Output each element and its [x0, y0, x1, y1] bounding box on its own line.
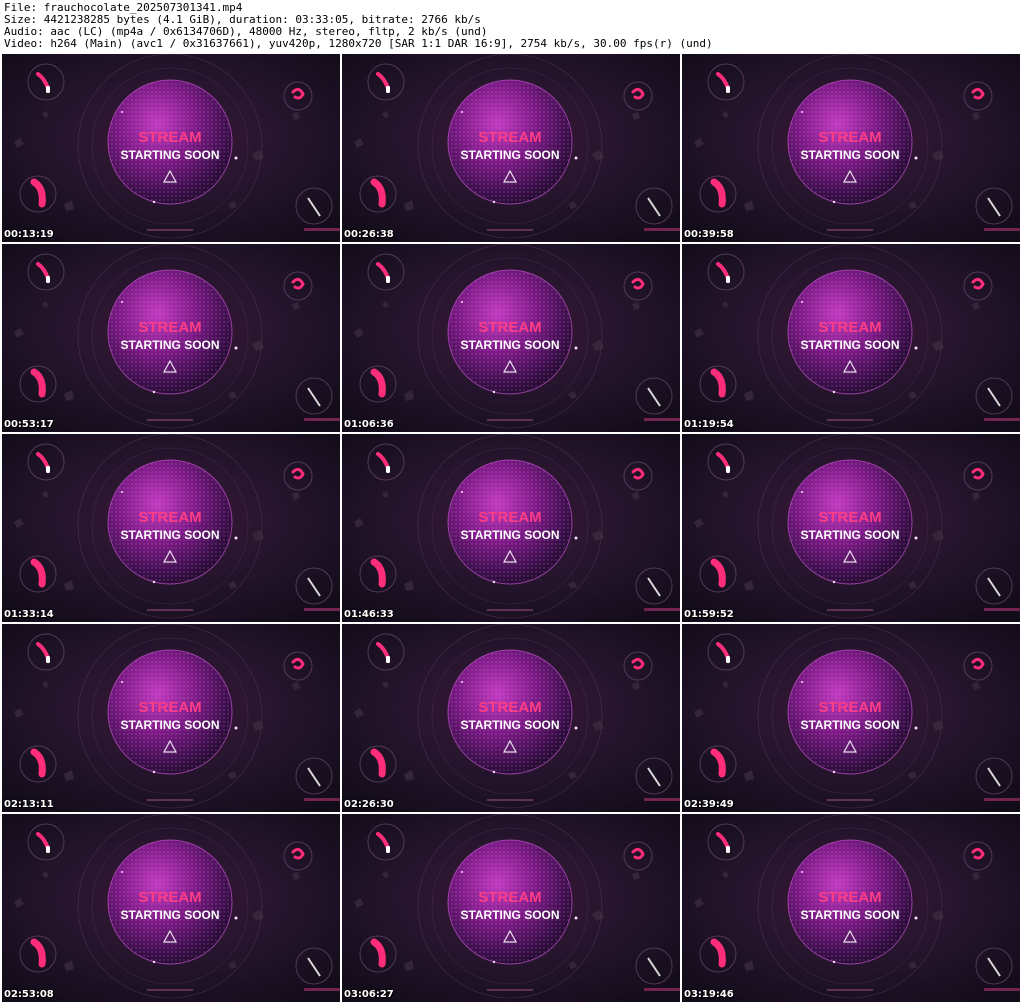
stream-label: STREAM	[138, 129, 201, 146]
stream-label: STREAM	[138, 889, 201, 906]
stream-label: STREAM	[478, 699, 541, 716]
thumbnail-timestamp: 01:06:36	[344, 419, 394, 430]
stream-label: STREAM	[818, 319, 881, 336]
thumbnail-timestamp: 02:26:30	[344, 799, 394, 810]
thumbnail-timestamp: 01:46:33	[344, 609, 394, 620]
stream-scene: STREAM STARTING SOON	[682, 244, 1020, 432]
thumbnail-timestamp: 00:26:38	[344, 229, 394, 240]
stream-scene: STREAM STARTING SOON	[2, 814, 340, 1002]
stream-scene: STREAM STARTING SOON	[342, 624, 680, 812]
starting-soon-label: STARTING SOON	[800, 528, 899, 542]
video-thumbnail: STREAM STARTING SOON 02:26:30	[342, 624, 680, 812]
video-thumbnail: STREAM STARTING SOON 02:39:49	[682, 624, 1020, 812]
video-thumbnail: STREAM STARTING SOON 00:53:17	[2, 244, 340, 432]
starting-soon-label: STARTING SOON	[120, 148, 219, 162]
stream-scene: STREAM STARTING SOON	[2, 624, 340, 812]
stream-scene: STREAM STARTING SOON	[2, 244, 340, 432]
video-thumbnail: STREAM STARTING SOON 01:59:52	[682, 434, 1020, 622]
stream-scene: STREAM STARTING SOON	[2, 54, 340, 242]
thumbnail-timestamp: 01:19:54	[684, 419, 734, 430]
stream-scene: STREAM STARTING SOON	[342, 244, 680, 432]
video-thumbnail: STREAM STARTING SOON 01:06:36	[342, 244, 680, 432]
file-info-header: File: frauchocolate_202507301341.mp4 Siz…	[4, 2, 1020, 50]
stream-label: STREAM	[478, 889, 541, 906]
starting-soon-label: STARTING SOON	[120, 528, 219, 542]
starting-soon-label: STARTING SOON	[460, 148, 559, 162]
stream-label: STREAM	[818, 509, 881, 526]
video-thumbnail: STREAM STARTING SOON 00:26:38	[342, 54, 680, 242]
thumbnail-timestamp: 02:39:49	[684, 799, 734, 810]
starting-soon-label: STARTING SOON	[460, 908, 559, 922]
stream-scene: STREAM STARTING SOON	[682, 434, 1020, 622]
stream-label: STREAM	[138, 699, 201, 716]
video-thumbnail: STREAM STARTING SOON 00:39:58	[682, 54, 1020, 242]
stream-label: STREAM	[478, 319, 541, 336]
thumbnail-timestamp: 02:53:08	[4, 989, 54, 1000]
audio-info-line: Audio: aac (LC) (mp4a / 0x6134706D), 480…	[4, 26, 488, 38]
thumbnail-timestamp: 01:59:52	[684, 609, 734, 620]
video-thumbnail: STREAM STARTING SOON 01:33:14	[2, 434, 340, 622]
stream-label: STREAM	[138, 319, 201, 336]
video-thumbnail: STREAM STARTING SOON 01:46:33	[342, 434, 680, 622]
starting-soon-label: STARTING SOON	[120, 718, 219, 732]
stream-label: STREAM	[478, 129, 541, 146]
starting-soon-label: STARTING SOON	[120, 338, 219, 352]
thumbnail-timestamp: 02:13:11	[4, 799, 54, 810]
starting-soon-label: STARTING SOON	[800, 908, 899, 922]
video-thumbnail: STREAM STARTING SOON 02:13:11	[2, 624, 340, 812]
starting-soon-label: STARTING SOON	[800, 338, 899, 352]
thumbnail-timestamp: 00:53:17	[4, 419, 54, 430]
stream-scene: STREAM STARTING SOON	[2, 434, 340, 622]
video-thumbnail: STREAM STARTING SOON 02:53:08	[2, 814, 340, 1002]
stream-scene: STREAM STARTING SOON	[342, 434, 680, 622]
file-size-line: Size: 4421238285 bytes (4.1 GiB), durati…	[4, 14, 481, 26]
video-thumbnail: STREAM STARTING SOON 00:13:19	[2, 54, 340, 242]
thumbnail-timestamp: 00:13:19	[4, 229, 54, 240]
stream-scene: STREAM STARTING SOON	[342, 814, 680, 1002]
thumbnail-timestamp: 03:06:27	[344, 989, 394, 1000]
starting-soon-label: STARTING SOON	[800, 718, 899, 732]
thumbnail-grid: STREAM STARTING SOON 00:13:19 STREAM STA…	[2, 54, 1020, 1002]
file-name-line: File: frauchocolate_202507301341.mp4	[4, 2, 243, 14]
video-info-line: Video: h264 (Main) (avc1 / 0x31637661), …	[4, 38, 713, 50]
stream-label: STREAM	[478, 509, 541, 526]
stream-label: STREAM	[818, 889, 881, 906]
starting-soon-label: STARTING SOON	[460, 338, 559, 352]
video-thumbnail: STREAM STARTING SOON 01:19:54	[682, 244, 1020, 432]
video-thumbnail: STREAM STARTING SOON 03:19:46	[682, 814, 1020, 1002]
stream-scene: STREAM STARTING SOON	[342, 54, 680, 242]
thumbnail-timestamp: 00:39:58	[684, 229, 734, 240]
starting-soon-label: STARTING SOON	[120, 908, 219, 922]
starting-soon-label: STARTING SOON	[460, 718, 559, 732]
starting-soon-label: STARTING SOON	[800, 148, 899, 162]
thumbnail-timestamp: 03:19:46	[684, 989, 734, 1000]
stream-label: STREAM	[818, 129, 881, 146]
starting-soon-label: STARTING SOON	[460, 528, 559, 542]
thumbnail-timestamp: 01:33:14	[4, 609, 54, 620]
stream-scene: STREAM STARTING SOON	[682, 814, 1020, 1002]
stream-label: STREAM	[138, 509, 201, 526]
stream-scene: STREAM STARTING SOON	[682, 54, 1020, 242]
stream-label: STREAM	[818, 699, 881, 716]
stream-scene: STREAM STARTING SOON	[682, 624, 1020, 812]
video-thumbnail: STREAM STARTING SOON 03:06:27	[342, 814, 680, 1002]
